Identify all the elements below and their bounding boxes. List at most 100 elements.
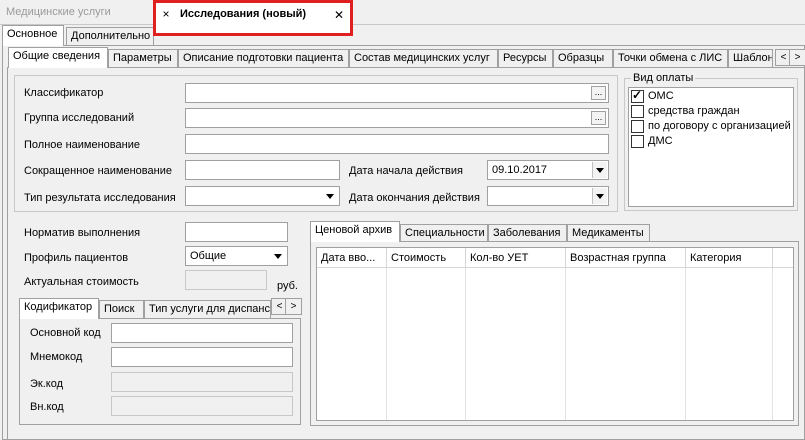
cost-input bbox=[185, 270, 267, 290]
mnemo-code-label: Мнемокод bbox=[30, 351, 83, 363]
chevron-down-icon[interactable] bbox=[592, 162, 607, 178]
tab-lis-points[interactable]: Точки обмена с ЛИС bbox=[613, 49, 728, 67]
chevron-right-icon: > bbox=[290, 301, 297, 312]
tab-composition[interactable]: Состав медицинских услуг bbox=[349, 49, 498, 67]
price-grid[interactable]: Дата вво... Стоимость Кол-во УЕТ Возраст… bbox=[316, 247, 794, 421]
payment-list: ОМС средства граждан по договору с орган… bbox=[628, 87, 794, 207]
group-label: Группа исследований bbox=[24, 112, 135, 124]
chevron-left-icon: < bbox=[276, 301, 283, 312]
result-type-label: Тип результата исследования bbox=[24, 192, 176, 204]
close-icon[interactable]: × bbox=[160, 7, 172, 21]
end-date-picker[interactable] bbox=[487, 186, 609, 206]
full-name-label: Полное наименование bbox=[24, 139, 140, 151]
start-date-value: 09.10.2017 bbox=[492, 164, 548, 176]
group-field[interactable]: ... bbox=[185, 108, 609, 128]
tab-diseases[interactable]: Заболевания bbox=[488, 224, 567, 242]
tab-label: Заболевания bbox=[493, 227, 561, 239]
tab-codifier[interactable]: Кодификатор bbox=[19, 298, 99, 319]
tab-price-archive[interactable]: Ценовой архив bbox=[310, 221, 400, 242]
grid-column bbox=[317, 268, 387, 420]
result-type-select[interactable] bbox=[185, 186, 340, 206]
norm-label: Норматив выполнения bbox=[24, 227, 141, 239]
norm-input[interactable] bbox=[185, 222, 288, 242]
classifier-browse-button[interactable]: ... bbox=[591, 86, 606, 100]
tab-additional[interactable]: Дополнительно bbox=[66, 27, 154, 45]
payment-contract-checkbox[interactable] bbox=[631, 120, 644, 133]
column-header[interactable]: Дата вво... bbox=[317, 248, 387, 268]
group-browse-button[interactable]: ... bbox=[591, 111, 606, 125]
grid-column bbox=[387, 268, 466, 420]
classifier-field[interactable]: ... bbox=[185, 83, 609, 103]
price-grid-header: Дата вво... Стоимость Кол-во УЕТ Возраст… bbox=[317, 248, 793, 268]
chevron-down-icon[interactable] bbox=[592, 188, 607, 204]
tab-preparation[interactable]: Описание подготовки пациента bbox=[178, 49, 349, 67]
chevron-left-icon: < bbox=[780, 52, 787, 63]
chevron-right-icon: > bbox=[794, 52, 801, 63]
doc-tab-research-new[interactable]: × Исследования (новый) ✕ bbox=[153, 0, 353, 36]
column-header[interactable]: Кол-во УЕТ bbox=[466, 248, 566, 268]
tab-label: Поиск bbox=[104, 303, 135, 315]
payment-option-label: ОМС bbox=[648, 90, 674, 102]
tab-label: Основное bbox=[7, 28, 58, 40]
code-tab-scroll-right-button[interactable]: > bbox=[285, 298, 302, 315]
vn-code-label: Вн.код bbox=[30, 401, 64, 413]
main-code-input[interactable] bbox=[111, 323, 293, 343]
tab-scroll-right-button[interactable]: > bbox=[789, 49, 805, 66]
tab-label: Тип услуги для диспансеризации bbox=[149, 303, 270, 315]
tab-label: Кодификатор bbox=[24, 301, 93, 313]
close-icon[interactable]: ✕ bbox=[333, 8, 345, 22]
mnemo-code-input[interactable] bbox=[111, 347, 293, 367]
doc-tab-medical-services[interactable]: Медицинские услуги bbox=[0, 0, 153, 24]
tab-search[interactable]: Поиск bbox=[99, 300, 144, 318]
short-name-label: Сокращенное наименование bbox=[24, 165, 172, 177]
doc-tab-divider bbox=[0, 24, 805, 25]
tab-label: Шаблон bbox=[733, 52, 773, 64]
main-code-label: Основной код bbox=[30, 327, 101, 339]
payment-option-label: ДМС bbox=[648, 135, 673, 147]
cost-label: Актуальная стоимость bbox=[24, 276, 139, 288]
start-date-picker[interactable]: 09.10.2017 bbox=[487, 160, 609, 180]
tab-specialties[interactable]: Специальности bbox=[400, 224, 488, 242]
tab-label: Ценовой архив bbox=[315, 224, 393, 236]
tab-medications[interactable]: Медикаменты bbox=[567, 224, 650, 242]
tab-dispensary-service-type[interactable]: Тип услуги для диспансеризации bbox=[144, 300, 271, 318]
tab-label: Образцы bbox=[558, 52, 605, 64]
payment-option-label: средства граждан bbox=[648, 105, 740, 117]
tab-parameters[interactable]: Параметры bbox=[108, 49, 178, 67]
tab-label: Описание подготовки пациента bbox=[183, 52, 344, 64]
payment-option-label: по договору с организацией bbox=[648, 120, 791, 132]
full-name-input[interactable] bbox=[185, 134, 609, 154]
profile-select[interactable]: Общие bbox=[185, 246, 288, 266]
tab-label: Дополнительно bbox=[71, 30, 151, 42]
column-header[interactable]: Стоимость bbox=[387, 248, 466, 268]
tab-resources[interactable]: Ресурсы bbox=[498, 49, 553, 67]
profile-label: Профиль пациентов bbox=[24, 252, 129, 264]
tab-label: Точки обмена с ЛИС bbox=[618, 52, 723, 64]
payment-oms-checkbox[interactable] bbox=[631, 88, 644, 103]
payment-citizens-checkbox[interactable] bbox=[631, 105, 644, 118]
tab-main[interactable]: Основное bbox=[2, 25, 64, 46]
tab-label: Медикаменты bbox=[572, 227, 644, 239]
doc-tab-title: Исследования (новый) bbox=[180, 8, 307, 20]
payment-type-title: Вид оплаты bbox=[631, 71, 696, 85]
tab-label: Состав медицинских услуг bbox=[354, 52, 490, 64]
ek-code-label: Эк.код bbox=[30, 378, 64, 390]
vn-code-input bbox=[111, 396, 293, 416]
tab-samples[interactable]: Образцы bbox=[553, 49, 613, 67]
grid-column bbox=[566, 268, 686, 420]
tab-general[interactable]: Общие сведения bbox=[8, 47, 108, 68]
tab-label: Параметры bbox=[113, 52, 172, 64]
grid-column bbox=[466, 268, 566, 420]
payment-dms-checkbox[interactable] bbox=[631, 135, 644, 148]
tab-label: Ресурсы bbox=[503, 52, 547, 64]
column-header[interactable]: Возрастная группа bbox=[566, 248, 686, 268]
profile-value: Общие bbox=[190, 250, 227, 262]
grid-column bbox=[686, 268, 773, 420]
tab-label: Специальности bbox=[405, 227, 485, 239]
column-header[interactable]: Категория bbox=[686, 248, 773, 268]
start-date-label: Дата начала действия bbox=[349, 165, 463, 177]
ek-code-input bbox=[111, 372, 293, 392]
classifier-label: Классификатор bbox=[24, 87, 104, 99]
short-name-input[interactable] bbox=[185, 160, 340, 180]
tab-template[interactable]: Шаблон bbox=[728, 49, 773, 67]
